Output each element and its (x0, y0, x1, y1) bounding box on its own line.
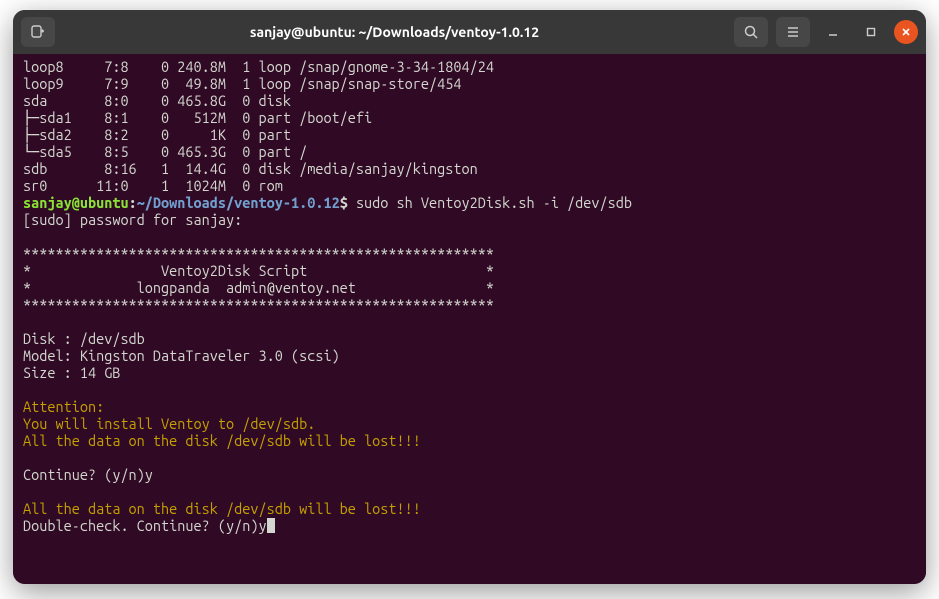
warning-line: Attention: (23, 398, 104, 415)
new-tab-button[interactable] (21, 17, 55, 47)
lsblk-row: ├─sda2 8:2 0 1K 0 part (23, 126, 299, 143)
banner-line: ****************************************… (23, 296, 494, 313)
doublecheck-prompt: Double-check. Continue? (y/n)y (23, 517, 267, 534)
banner-line: * Ventoy2Disk Script * (23, 262, 494, 279)
hamburger-icon (785, 24, 801, 40)
terminal-window: sanjay@ubuntu: ~/Downloads/ventoy-1.0.12 (13, 10, 926, 584)
sudo-prompt: [sudo] password for sanjay: (23, 211, 250, 228)
titlebar: sanjay@ubuntu: ~/Downloads/ventoy-1.0.12 (13, 10, 926, 54)
terminal-body[interactable]: loop8 7:8 0 240.8M 1 loop /snap/gnome-3-… (13, 54, 926, 584)
disk-info: Disk : /dev/sdb (23, 330, 145, 347)
lsblk-row: loop8 7:8 0 240.8M 1 loop /snap/gnome-3-… (23, 58, 494, 75)
prompt-path: ~/Downloads/ventoy-1.0.12 (137, 194, 340, 211)
warning-line: All the data on the disk /dev/sdb will b… (23, 432, 421, 449)
search-icon (743, 24, 759, 40)
lsblk-row: sr0 11:0 1 1024M 0 rom (23, 177, 299, 194)
prompt-user: sanjay@ubuntu (23, 194, 129, 211)
lsblk-row: └─sda5 8:5 0 465.3G 0 part / (23, 143, 307, 160)
search-button[interactable] (734, 17, 768, 47)
close-icon (900, 26, 912, 38)
window-title: sanjay@ubuntu: ~/Downloads/ventoy-1.0.12 (61, 24, 728, 40)
maximize-icon (865, 26, 877, 38)
warning-line: You will install Ventoy to /dev/sdb. (23, 415, 315, 432)
cursor (267, 518, 275, 533)
banner-line: ****************************************… (23, 245, 494, 262)
new-tab-icon (30, 24, 46, 40)
lsblk-row: loop9 7:9 0 49.8M 1 loop /snap/snap-stor… (23, 75, 461, 92)
disk-info: Model: Kingston DataTraveler 3.0 (scsi) (23, 347, 340, 364)
continue-prompt: Continue? (y/n)y (23, 466, 153, 483)
minimize-button[interactable] (818, 20, 848, 44)
command-text: sudo sh Ventoy2Disk.sh -i /dev/sdb (356, 194, 632, 211)
disk-info: Size : 14 GB (23, 364, 120, 381)
minimize-icon (827, 26, 839, 38)
banner-line: * longpanda admin@ventoy.net * (23, 279, 494, 296)
close-button[interactable] (894, 20, 918, 44)
warning-line: All the data on the disk /dev/sdb will b… (23, 500, 421, 517)
menu-button[interactable] (776, 17, 810, 47)
lsblk-row: sda 8:0 0 465.8G 0 disk (23, 92, 299, 109)
lsblk-row: sdb 8:16 1 14.4G 0 disk /media/sanjay/ki… (23, 160, 478, 177)
prompt-symbol: $ (340, 194, 348, 211)
lsblk-row: ├─sda1 8:1 0 512M 0 part /boot/efi (23, 109, 372, 126)
prompt-sep: : (129, 194, 137, 211)
maximize-button[interactable] (856, 20, 886, 44)
